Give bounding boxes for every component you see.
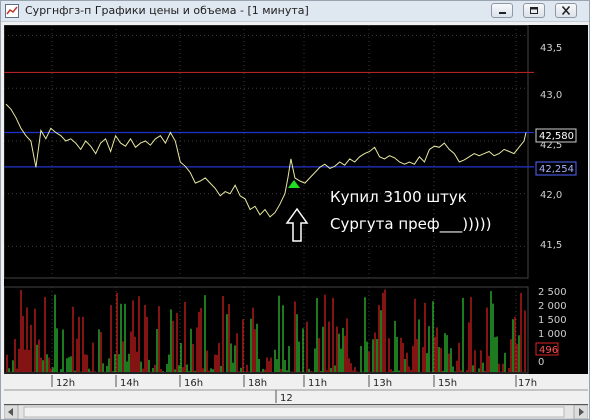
volume-tick: 0 [538, 357, 544, 368]
title-bar[interactable]: Сургнфгз-п Графики цены и объема - [1 ми… [1, 1, 589, 22]
close-icon [561, 5, 571, 16]
time-tick: 16h [184, 378, 203, 389]
time-tick: 15h [438, 378, 457, 389]
price-axis: 43,5 43,0 42,5 42,0 41,5 42,580 42,254 [535, 43, 577, 251]
current-price-label: 42,580 [539, 131, 574, 142]
current-volume-label: 496 [539, 345, 558, 356]
reference-price-label: 42,254 [539, 164, 574, 175]
time-tick: 11h [308, 378, 327, 389]
time-tick: 13h [373, 378, 392, 389]
annotation-line-2: Сургута преф___))))) [330, 215, 491, 234]
scrollbar-thumb[interactable] [23, 406, 565, 418]
chart-area[interactable]: Купил 3100 штук Сургута преф___))))) 43,… [4, 25, 588, 419]
time-axis-strip [4, 374, 588, 404]
chart-window: Сургнфгз-п Графики цены и объема - [1 ми… [0, 0, 590, 420]
restore-button[interactable] [523, 3, 545, 18]
volume-axis: 2 500 2 000 1 500 1 000 500 0 496 [535, 287, 567, 368]
volume-tick: 2 500 [538, 287, 567, 298]
window-title: Сургнфгз-п Графики цены и объема - [1 ми… [25, 4, 309, 17]
price-tick: 43,5 [540, 43, 562, 54]
scroll-right-button[interactable] [573, 404, 588, 419]
minimize-button[interactable] [491, 3, 513, 18]
close-button[interactable] [555, 3, 577, 18]
minimize-icon [499, 12, 506, 14]
price-panel [4, 25, 529, 279]
day-label: 12 [280, 393, 293, 404]
annotation-line-1: Купил 3100 штук [330, 188, 467, 206]
chart-app-icon [5, 4, 19, 18]
time-tick: 18h [248, 378, 267, 389]
time-tick: 17h [518, 378, 537, 389]
time-tick: 12h [56, 378, 75, 389]
time-tick: 14h [120, 378, 139, 389]
volume-tick: 2 000 [538, 301, 567, 312]
volume-tick: 1 000 [538, 329, 567, 340]
price-tick: 43,0 [540, 90, 562, 101]
restore-icon [530, 7, 538, 14]
price-tick: 41,5 [540, 240, 562, 251]
scroll-left-button[interactable] [4, 404, 19, 419]
price-tick: 42,0 [540, 190, 562, 201]
volume-tick: 1 500 [538, 315, 567, 326]
